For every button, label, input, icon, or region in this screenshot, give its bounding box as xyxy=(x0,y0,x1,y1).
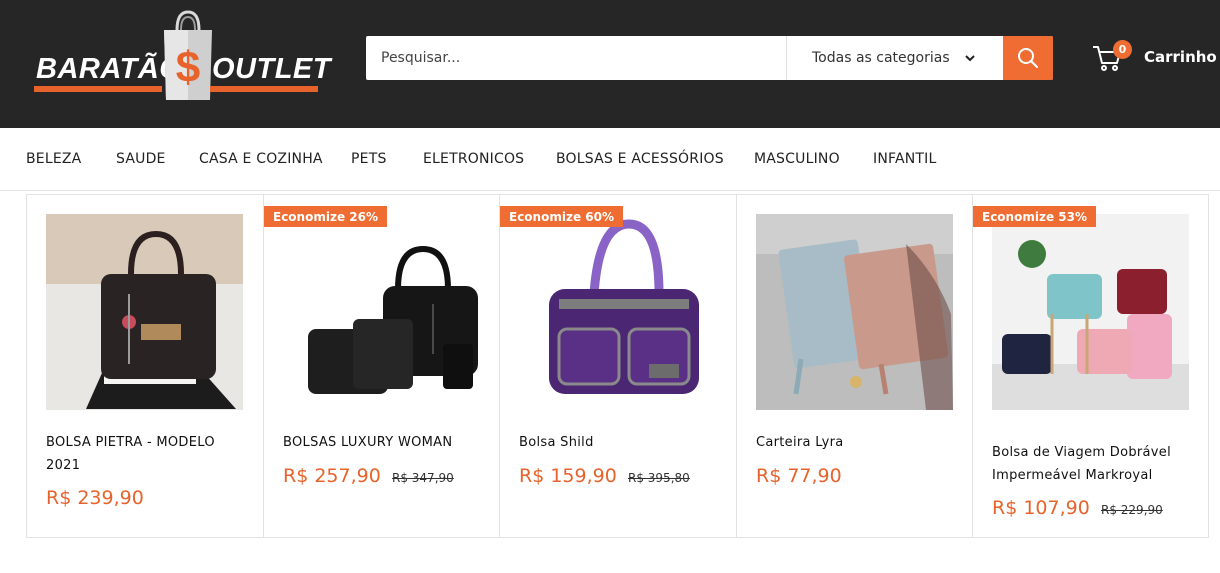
chevron-down-icon xyxy=(965,55,975,62)
product-image[interactable] xyxy=(46,214,243,410)
product-card[interactable]: Economize 53% Bolsa de Viagem Dobrável I… xyxy=(973,195,1208,537)
cart-count-badge: 0 xyxy=(1113,40,1132,59)
search-icon xyxy=(1018,48,1039,69)
cart-label: Carrinho xyxy=(1144,48,1217,66)
product-title[interactable]: Carteira Lyra xyxy=(756,431,946,454)
logo-dollar-sign: $ xyxy=(176,43,200,92)
discount-badge: Economize 26% xyxy=(264,206,387,227)
category-select[interactable]: Todas as categorias xyxy=(786,36,1003,80)
product-image[interactable] xyxy=(519,214,716,410)
search-input[interactable] xyxy=(366,36,786,80)
discount-badge: Economize 60% xyxy=(500,206,623,227)
discount-badge: Economize 53% xyxy=(973,206,1096,227)
product-old-price: R$ 229,90 xyxy=(1101,503,1163,517)
search-button[interactable] xyxy=(1003,36,1053,80)
product-title[interactable]: BOLSAS LUXURY WOMAN xyxy=(283,431,473,454)
product-card[interactable]: BOLSA PIETRA - MODELO 2021 R$ 239,90 xyxy=(27,195,264,537)
nav-item-saude[interactable]: SAUDE xyxy=(116,151,166,167)
product-grid: BOLSA PIETRA - MODELO 2021 R$ 239,90 Eco… xyxy=(26,194,1209,538)
nav-item-eletronicos[interactable]: ELETRONICOS xyxy=(423,151,524,167)
search-bar: Todas as categorias xyxy=(366,36,1053,80)
product-image[interactable] xyxy=(992,214,1189,410)
site-header: BARATÃO $ OUTLET Todas as categorias xyxy=(0,0,1220,128)
product-card[interactable]: Economize 26% BOLSAS LUXURY WOMAN R$ 257… xyxy=(264,195,500,537)
product-price: R$ 107,90 xyxy=(992,497,1090,519)
product-title[interactable]: Bolsa de Viagem Dobrável Impermeável Mar… xyxy=(992,441,1182,487)
product-image[interactable] xyxy=(756,214,953,410)
logo-underline-left xyxy=(34,86,162,92)
product-price: R$ 159,90 xyxy=(519,465,617,487)
product-card[interactable]: Economize 60% Bolsa Shild R$ 159,90 R$ 3… xyxy=(500,195,737,537)
nav-item-casa-e-cozinha[interactable]: CASA E COZINHA xyxy=(199,151,323,167)
category-nav: BELEZA SAUDE CASA E COZINHA PETS ELETRON… xyxy=(0,128,1220,191)
product-price: R$ 77,90 xyxy=(756,465,842,487)
logo-word-right: OUTLET xyxy=(212,53,331,85)
nav-item-bolsas-e-acessorios[interactable]: BOLSAS E ACESSÓRIOS xyxy=(556,151,724,167)
product-image[interactable] xyxy=(283,214,480,410)
product-price: R$ 239,90 xyxy=(46,487,144,509)
nav-item-infantil[interactable]: INFANTIL xyxy=(873,151,937,167)
product-old-price: R$ 395,80 xyxy=(628,471,690,485)
category-select-label: Todas as categorias xyxy=(812,50,950,66)
cart-button[interactable]: 0 Carrinho xyxy=(1092,40,1217,76)
product-title[interactable]: BOLSA PIETRA - MODELO 2021 xyxy=(46,431,236,477)
store-logo[interactable]: BARATÃO $ OUTLET xyxy=(32,10,331,102)
nav-item-masculino[interactable]: MASCULINO xyxy=(754,151,840,167)
nav-item-beleza[interactable]: BELEZA xyxy=(26,151,81,167)
product-old-price: R$ 347,90 xyxy=(392,471,454,485)
product-card[interactable]: Carteira Lyra R$ 77,90 xyxy=(737,195,973,537)
logo-underline-right xyxy=(210,86,318,92)
shopping-bag-logo-icon: $ xyxy=(164,10,212,100)
nav-item-pets[interactable]: PETS xyxy=(351,151,387,167)
product-title[interactable]: Bolsa Shild xyxy=(519,431,709,454)
product-price: R$ 257,90 xyxy=(283,465,381,487)
